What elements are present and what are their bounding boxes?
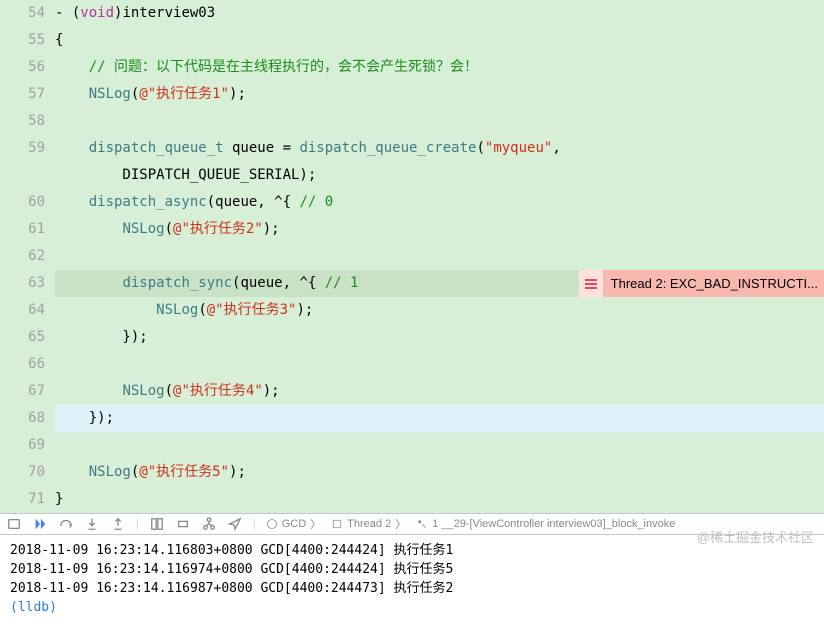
frame-label: 1 __29-[ViewController interview03]_bloc… bbox=[432, 518, 675, 530]
line-gutter: 545556575859 606162636465666768697071 bbox=[0, 0, 55, 513]
code-line[interactable]: // 问题：以下代码是在主线程执行的，会不会产生死锁？会！ bbox=[55, 54, 824, 81]
step-over-icon[interactable] bbox=[58, 516, 74, 532]
separator: | bbox=[136, 518, 139, 530]
memory-icon[interactable] bbox=[175, 516, 191, 532]
line-number: 55 bbox=[0, 27, 45, 54]
chevron-right-icon: 〉 bbox=[395, 516, 406, 532]
line-number: 59 bbox=[0, 135, 45, 162]
code-line[interactable] bbox=[55, 243, 824, 270]
code-line[interactable]: NSLog(@"执行任务3"); bbox=[55, 297, 824, 324]
hierarchy-icon[interactable] bbox=[201, 516, 217, 532]
process-label: GCD bbox=[282, 518, 306, 530]
chevron-right-icon: 〉 bbox=[310, 516, 321, 532]
code-area[interactable]: - (void)interview03{ // 问题：以下代码是在主线程执行的，… bbox=[55, 0, 824, 513]
line-number: 70 bbox=[0, 459, 45, 486]
step-into-icon[interactable] bbox=[84, 516, 100, 532]
separator: | bbox=[253, 518, 256, 530]
code-line[interactable]: }); bbox=[55, 324, 824, 351]
code-line[interactable]: DISPATCH_QUEUE_SERIAL); bbox=[55, 162, 824, 189]
line-number: 57 bbox=[0, 81, 45, 108]
code-line[interactable]: - (void)interview03 bbox=[55, 0, 824, 27]
location-icon[interactable] bbox=[227, 516, 243, 532]
debug-console[interactable]: 2018-11-09 16:23:14.116803+0800 GCD[4400… bbox=[0, 535, 824, 623]
code-line[interactable] bbox=[55, 108, 824, 135]
code-line[interactable]: NSLog(@"执行任务2"); bbox=[55, 216, 824, 243]
code-line[interactable]: } bbox=[55, 486, 824, 513]
continue-icon[interactable] bbox=[32, 516, 48, 532]
error-icon bbox=[579, 270, 603, 297]
code-line[interactable]: dispatch_queue_t queue = dispatch_queue_… bbox=[55, 135, 824, 162]
code-line[interactable] bbox=[55, 432, 824, 459]
console-line: 2018-11-09 16:23:14.116803+0800 GCD[4400… bbox=[10, 541, 814, 560]
line-number: 61 bbox=[0, 216, 45, 243]
code-editor[interactable]: 545556575859 606162636465666768697071 - (… bbox=[0, 0, 824, 513]
line-number bbox=[0, 162, 45, 189]
code-line[interactable]: dispatch_sync(queue, ^{ // 1Thread 2: EX… bbox=[55, 270, 824, 297]
line-number: 56 bbox=[0, 54, 45, 81]
line-number: 65 bbox=[0, 324, 45, 351]
line-number: 63 bbox=[0, 270, 45, 297]
thread-crumb[interactable]: Thread 2 〉 bbox=[331, 516, 406, 532]
console-line: 2018-11-09 16:23:14.116974+0800 GCD[4400… bbox=[10, 560, 814, 579]
line-number: 54 bbox=[0, 0, 45, 27]
code-line[interactable]: dispatch_async(queue, ^{ // 0 bbox=[55, 189, 824, 216]
lldb-prompt[interactable]: (lldb) bbox=[10, 598, 814, 617]
thread-label: Thread 2 bbox=[347, 518, 391, 530]
line-number: 69 bbox=[0, 432, 45, 459]
toggle-debug-icon[interactable] bbox=[6, 516, 22, 532]
step-out-icon[interactable] bbox=[110, 516, 126, 532]
line-number: 67 bbox=[0, 378, 45, 405]
code-line[interactable] bbox=[55, 351, 824, 378]
debug-toolbar: | | GCD 〉 Thread 2 〉 1 __29-[ViewControl… bbox=[0, 513, 824, 535]
frame-crumb[interactable]: 1 __29-[ViewController interview03]_bloc… bbox=[416, 518, 675, 530]
code-line[interactable]: NSLog(@"执行任务4"); bbox=[55, 378, 824, 405]
process-crumb[interactable]: GCD 〉 bbox=[266, 516, 321, 532]
code-line[interactable]: { bbox=[55, 27, 824, 54]
debug-view-icon[interactable] bbox=[149, 516, 165, 532]
line-number: 64 bbox=[0, 297, 45, 324]
code-line[interactable]: NSLog(@"执行任务5"); bbox=[55, 459, 824, 486]
line-number: 60 bbox=[0, 189, 45, 216]
line-number: 71 bbox=[0, 486, 45, 513]
code-line[interactable]: NSLog(@"执行任务1"); bbox=[55, 81, 824, 108]
error-text: Thread 2: EXC_BAD_INSTRUCTI... bbox=[611, 270, 818, 297]
line-number: 58 bbox=[0, 108, 45, 135]
error-badge[interactable]: Thread 2: EXC_BAD_INSTRUCTI... bbox=[579, 270, 824, 297]
console-line: 2018-11-09 16:23:14.116987+0800 GCD[4400… bbox=[10, 579, 814, 598]
line-number: 62 bbox=[0, 243, 45, 270]
line-number: 68 bbox=[0, 405, 45, 432]
line-number: 66 bbox=[0, 351, 45, 378]
code-line[interactable]: }); bbox=[55, 405, 824, 432]
